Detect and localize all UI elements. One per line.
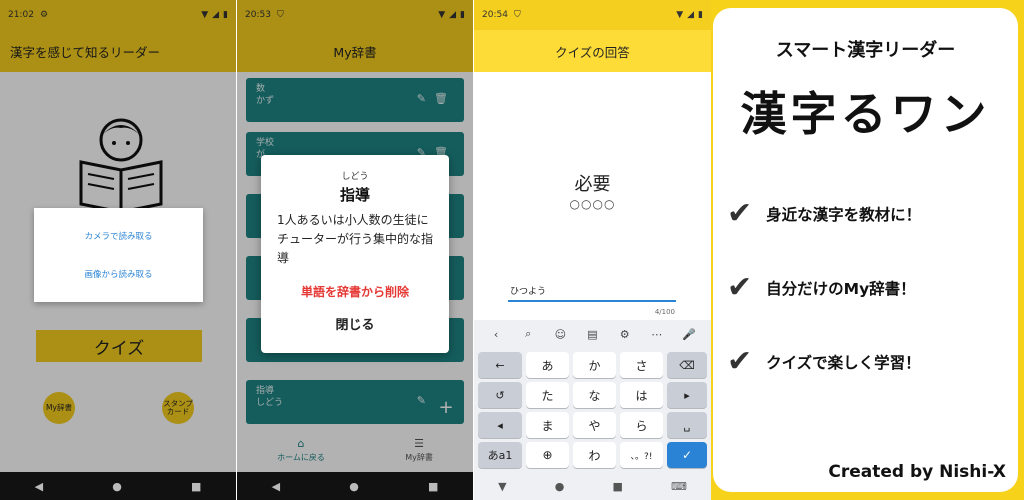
feature-text: 身近な漢字を教材に！: [766, 205, 922, 224]
phone-home-screen: 21:02 ⚙ ▼ ◢ ▮ 漢字を感じて知るリーダー クイズ My辞書 スタンプ…: [0, 0, 236, 500]
space-key[interactable]: ␣: [667, 412, 707, 438]
credit-text: Created by Nishi-X: [828, 462, 1006, 482]
undo-key[interactable]: ↺: [478, 382, 522, 408]
kana-key[interactable]: は: [620, 382, 663, 408]
keyboard-toolbar: ‹ ⌕ ☺ ▤ ⚙ ⋯ 🎤: [474, 320, 711, 348]
wifi-icon: ▼: [676, 10, 684, 20]
promo-panel: スマート漢字リーダー 漢字るワン ✔ 身近な漢字を教材に！ ✔ 自分だけのMy辞…: [711, 0, 1024, 500]
kana-key[interactable]: あ: [526, 352, 569, 378]
kana-key[interactable]: や: [573, 412, 616, 438]
recents-icon[interactable]: ■: [612, 480, 622, 493]
status-icons: ▼ ◢ ▮: [676, 10, 703, 20]
capture-options-sheet: カメラで読み取る 画像から読み取る: [34, 208, 203, 302]
check-icon: ✔: [727, 196, 753, 231]
feature-item: ✔ 自分だけのMy辞書！: [727, 270, 916, 305]
system-nav-bar: ▼ ● ■ ⌨: [474, 472, 711, 500]
backspace-key[interactable]: ⌫: [667, 352, 707, 378]
home-icon[interactable]: ●: [349, 480, 359, 493]
collapse-icon[interactable]: ‹: [480, 328, 512, 341]
phone-dictionary-screen: 20:53 ⛉ ▼ ◢ ▮ My辞書 数 かず ✎ 🗑 学校 が ✎ 🗑 指導 …: [237, 0, 473, 500]
app-logo: 漢字るワン: [740, 87, 991, 141]
clipboard-icon[interactable]: ▤: [576, 328, 608, 341]
status-time: 20:54: [482, 10, 508, 20]
back-icon[interactable]: ◀: [35, 480, 43, 493]
recents-icon[interactable]: ■: [428, 480, 438, 493]
soft-keyboard: ‹ ⌕ ☺ ▤ ⚙ ⋯ 🎤 ← あ か さ ⌫ ↺ た な は ▸ ◂ ま や …: [474, 320, 711, 472]
dialog-kanji: 指導: [339, 186, 370, 204]
feature-item: ✔ 身近な漢字を教材に！: [727, 196, 921, 231]
back-icon[interactable]: ◀: [272, 480, 280, 493]
dialog-reading: しどう: [341, 172, 369, 182]
system-nav-bar: ◀ ● ■: [0, 472, 236, 500]
recents-icon[interactable]: ■: [191, 480, 201, 493]
kana-key[interactable]: ら: [620, 412, 663, 438]
check-icon: ✔: [727, 344, 753, 379]
keyboard-switch-icon[interactable]: ⌨: [671, 480, 687, 493]
kana-key[interactable]: な: [573, 382, 616, 408]
promo-subtitle: スマート漢字リーダー: [775, 40, 956, 61]
kana-key[interactable]: た: [526, 382, 569, 408]
word-detail-dialog: しどう 指導 1人あるいは小人数の生徒にチューターが行う集中的な指導 単語を辞書…: [261, 155, 449, 353]
shield-status-icon: ⛉: [513, 10, 521, 20]
enter-key[interactable]: ✓: [667, 442, 707, 468]
globe-icon[interactable]: ⊕: [526, 442, 569, 468]
battery-icon: ▮: [698, 10, 703, 20]
mic-icon[interactable]: 🎤: [673, 328, 705, 341]
punctuation-key[interactable]: 、。?!: [620, 442, 663, 468]
promo-card: スマート漢字リーダー 漢字るワン ✔ 身近な漢字を教材に！ ✔ 自分だけのMy辞…: [713, 8, 1018, 492]
image-read-option[interactable]: 画像から読み取る: [34, 268, 203, 280]
answer-mask: ○○○○: [569, 197, 616, 211]
app-bar: クイズの回答: [474, 30, 711, 72]
cursor-left-key[interactable]: ◂: [478, 412, 522, 438]
char-counter: 4/100: [654, 308, 675, 316]
check-icon: ✔: [727, 270, 753, 305]
search-icon[interactable]: ⌕: [512, 327, 544, 341]
cursor-right-key[interactable]: ▸: [667, 382, 707, 408]
kana-key[interactable]: か: [573, 352, 616, 378]
answer-input[interactable]: [508, 280, 676, 302]
kana-key[interactable]: わ: [573, 442, 616, 468]
more-icon[interactable]: ⋯: [641, 328, 673, 341]
camera-read-option[interactable]: カメラで読み取る: [34, 230, 203, 242]
feature-item: ✔ クイズで楽しく学習！: [727, 344, 921, 379]
feature-text: クイズで楽しく学習！: [766, 353, 921, 372]
sticker-icon[interactable]: ☺: [544, 328, 576, 341]
question-kanji: 必要: [574, 174, 611, 195]
phone-quiz-answer-screen: 20:54 ⛉ ▼ ◢ ▮ クイズの回答 必要 ○○○○ 4/100 ‹ ⌕ ☺…: [474, 0, 711, 500]
signal-icon: ◢: [687, 10, 695, 20]
kana-key[interactable]: さ: [620, 352, 663, 378]
input-mode-key[interactable]: あa1: [478, 442, 522, 468]
delete-word-button[interactable]: 単語を辞書から削除: [277, 283, 433, 300]
kana-key[interactable]: ま: [526, 412, 569, 438]
home-icon[interactable]: ●: [555, 480, 565, 493]
back-icon[interactable]: ▼: [498, 480, 506, 493]
home-icon[interactable]: ●: [112, 480, 122, 493]
app-title: クイズの回答: [555, 44, 630, 60]
gear-icon[interactable]: ⚙: [609, 328, 641, 341]
close-dialog-button[interactable]: 閉じる: [277, 314, 433, 333]
status-bar: 20:54 ⛉ ▼ ◢ ▮: [474, 0, 711, 30]
feature-text: 自分だけのMy辞書！: [766, 279, 916, 298]
system-nav-bar: ◀ ● ■: [237, 472, 473, 500]
dialog-meaning: 1人あるいは小人数の生徒にチューターが行う集中的な指導: [277, 213, 434, 266]
arrow-left-key[interactable]: ←: [478, 352, 522, 378]
